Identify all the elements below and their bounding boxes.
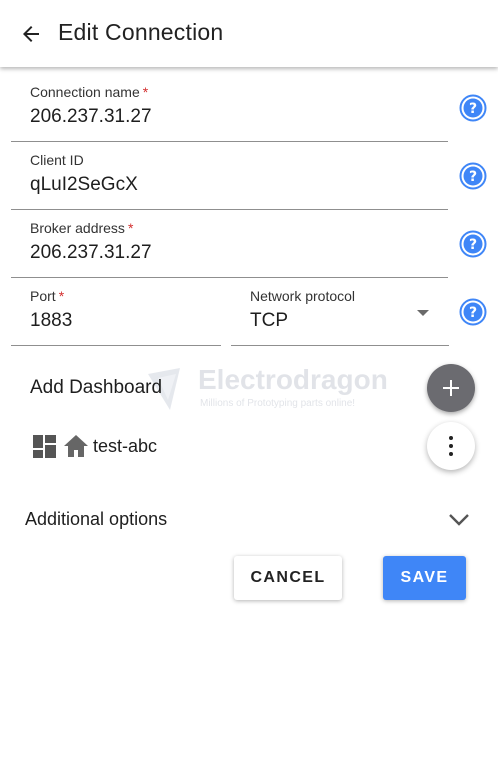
watermark: Electrodragon Millions of Prototyping pa… — [140, 362, 410, 417]
connection-name-label: Connection name * — [30, 84, 149, 100]
dashboard-item-label: test-abc — [93, 436, 158, 456]
cancel-button[interactable]: CANCEL — [234, 556, 342, 600]
additional-options-label: Additional options — [25, 509, 168, 529]
connection-name-input[interactable]: 206.237.31.27 — [30, 106, 152, 128]
home-icon — [64, 435, 88, 457]
port-label: Port * — [30, 288, 65, 304]
additional-options-expander[interactable]: Additional options — [0, 500, 498, 540]
client-id-field[interactable]: Client ID qLuI2SeGcX — [11, 152, 448, 210]
dashboard-item[interactable]: test-abc — [33, 434, 233, 460]
add-dashboard-label: Add Dashboard — [30, 377, 163, 398]
svg-text:?: ? — [469, 101, 477, 117]
broker-address-label: Broker address * — [30, 220, 134, 236]
help-icon[interactable]: ? — [459, 94, 487, 122]
required-mark: * — [58, 288, 65, 304]
connection-name-field[interactable]: Connection name * 206.237.31.27 — [11, 84, 448, 142]
plus-icon — [443, 380, 459, 396]
network-protocol-value[interactable]: TCP — [250, 310, 288, 332]
chevron-down-icon — [449, 514, 469, 526]
watermark-subtitle: Millions of Prototyping parts online! — [200, 398, 356, 409]
back-arrow-icon[interactable] — [19, 22, 43, 46]
broker-address-input[interactable]: 206.237.31.27 — [30, 242, 152, 264]
more-vert-icon — [449, 436, 453, 440]
network-protocol-label: Network protocol — [250, 288, 356, 304]
more-options-button[interactable] — [427, 422, 475, 470]
broker-address-field[interactable]: Broker address * 206.237.31.27 — [11, 220, 448, 278]
svg-text:?: ? — [469, 305, 477, 321]
help-icon[interactable]: ? — [459, 162, 487, 190]
watermark-title: Electrodragon — [198, 364, 388, 395]
help-icon[interactable]: ? — [459, 298, 487, 326]
svg-text:?: ? — [469, 169, 477, 185]
dashboard-icon — [33, 435, 56, 458]
client-id-label: Client ID — [30, 152, 84, 168]
dropdown-arrow-icon[interactable] — [417, 310, 429, 316]
add-dashboard-button[interactable] — [427, 364, 475, 412]
port-input[interactable]: 1883 — [30, 310, 72, 332]
help-icon[interactable]: ? — [459, 230, 487, 258]
port-field[interactable]: Port * 1883 — [11, 288, 221, 346]
app-bar: Edit Connection — [0, 0, 498, 67]
save-button[interactable]: SAVE — [383, 556, 466, 600]
more-vert-dot — [449, 452, 453, 456]
client-id-input[interactable]: qLuI2SeGcX — [30, 174, 138, 196]
more-vert-dot — [449, 444, 453, 448]
required-mark: * — [142, 84, 149, 100]
network-protocol-select[interactable]: Network protocol TCP — [231, 288, 449, 346]
svg-text:?: ? — [469, 237, 477, 253]
page-title: Edit Connection — [58, 19, 224, 45]
required-mark: * — [127, 220, 134, 236]
